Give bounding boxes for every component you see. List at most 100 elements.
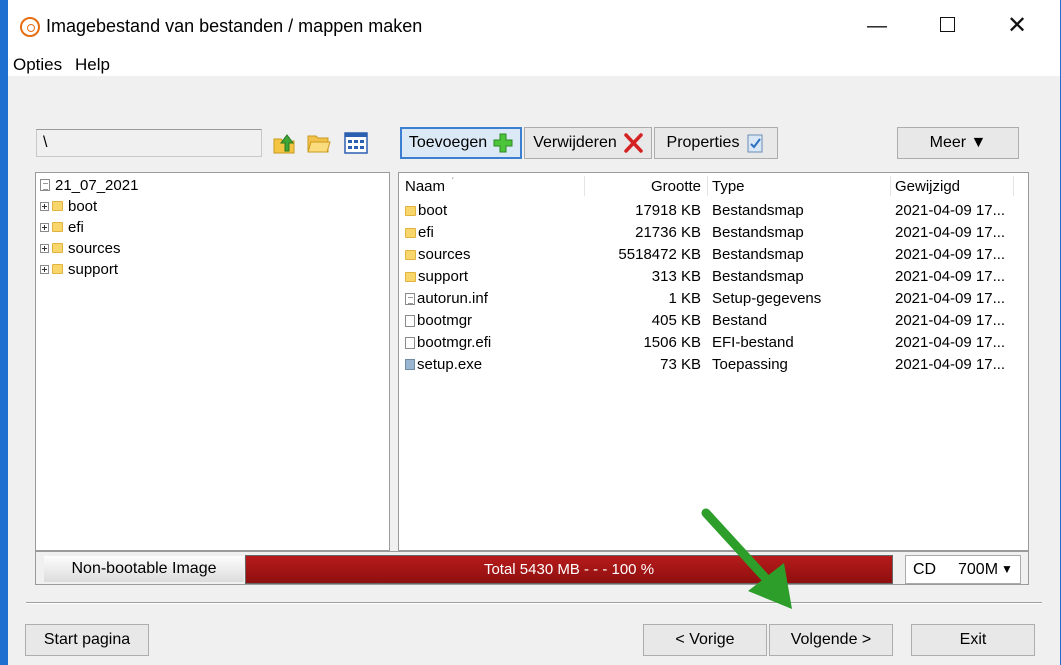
window-title: Imagebestand van bestanden / mappen make…: [46, 16, 423, 36]
exit-button[interactable]: Exit: [911, 624, 1035, 656]
menu-help[interactable]: Help: [75, 55, 110, 75]
row-name: setup.exe: [417, 356, 483, 373]
column-separator[interactable]: [1013, 176, 1014, 196]
expand-icon[interactable]: [40, 243, 49, 253]
remove-button[interactable]: Verwijderen: [524, 127, 652, 159]
app-disc-icon: [20, 17, 40, 37]
red-x-icon: [624, 133, 643, 153]
row-size: 1506 KB: [643, 334, 701, 351]
menu-options[interactable]: Opties: [13, 55, 62, 75]
row-size: 313 KB: [651, 268, 701, 285]
open-folder-icon[interactable]: [306, 131, 332, 155]
row-modified: 2021-04-09 17...: [895, 356, 1006, 373]
list-row[interactable]: autorun.inf 1 KB Setup-gegevens 2021-04-…: [399, 288, 1028, 310]
application-window: Imagebestand van bestanden / mappen make…: [0, 0, 1061, 665]
properties-button[interactable]: Properties: [654, 127, 778, 159]
expand-icon[interactable]: [40, 201, 49, 211]
list-row[interactable]: sources 5518472 KB Bestandsmap 2021-04-0…: [399, 244, 1028, 266]
disc-image-icon: [40, 179, 50, 191]
row-type: Bestandsmap: [712, 268, 804, 285]
file-list[interactable]: Naam ˊ Grootte Type Gewijzigd boot 17918…: [398, 172, 1029, 551]
column-modified[interactable]: Gewijzigd: [895, 178, 960, 195]
row-size: 73 KB: [660, 356, 701, 373]
tree-root[interactable]: 21_07_2021: [40, 175, 138, 195]
folder-icon: [52, 243, 63, 253]
row-name: support: [418, 268, 469, 285]
column-size[interactable]: Grootte: [651, 178, 701, 195]
file-icon: [405, 336, 415, 349]
row-modified: 2021-04-09 17...: [895, 224, 1006, 241]
row-name: sources: [418, 246, 471, 263]
row-type: EFI-bestand: [712, 334, 794, 351]
media-capacity: 700M: [958, 561, 999, 578]
row-type: Setup-gegevens: [712, 290, 822, 307]
more-button[interactable]: Meer ▼: [897, 127, 1019, 159]
previous-button[interactable]: < Vorige: [643, 624, 767, 656]
chevron-down-icon: ▼: [1001, 562, 1013, 576]
start-page-button[interactable]: Start pagina: [25, 624, 149, 656]
document-check-icon: [747, 134, 763, 153]
menu-bar: Opties Help: [8, 52, 1060, 76]
tree-item-label: sources: [68, 239, 121, 257]
folder-up-icon[interactable]: [272, 131, 298, 155]
row-size: 17918 KB: [635, 202, 701, 219]
folder-icon: [52, 264, 63, 274]
expand-icon[interactable]: [40, 222, 49, 232]
row-name: autorun.inf: [417, 290, 488, 307]
list-row[interactable]: support 313 KB Bestandsmap 2021-04-09 17…: [399, 266, 1028, 288]
column-name[interactable]: Naam: [405, 178, 445, 195]
folder-icon: [405, 205, 416, 216]
row-size: 1 KB: [668, 290, 701, 307]
title-bar[interactable]: Imagebestand van bestanden / mappen make…: [8, 0, 1060, 52]
row-size: 5518472 KB: [618, 246, 701, 263]
column-separator[interactable]: [707, 176, 708, 196]
row-type: Bestandsmap: [712, 246, 804, 263]
add-button-label: Toevoegen: [408, 134, 488, 151]
media-size-select[interactable]: CD 700M ▼: [905, 555, 1021, 584]
row-modified: 2021-04-09 17...: [895, 268, 1006, 285]
details-view-icon[interactable]: [343, 131, 369, 155]
expand-icon[interactable]: [40, 264, 49, 274]
tree-item-sources[interactable]: sources: [40, 238, 121, 258]
file-icon: [405, 314, 415, 327]
properties-button-label: Properties: [666, 134, 740, 151]
tree-root-label: 21_07_2021: [55, 176, 139, 194]
row-modified: 2021-04-09 17...: [895, 202, 1006, 219]
row-name: efi: [418, 224, 434, 241]
remove-button-label: Verwijderen: [533, 134, 617, 151]
row-type: Toepassing: [712, 356, 788, 373]
list-row[interactable]: boot 17918 KB Bestandsmap 2021-04-09 17.…: [399, 200, 1028, 222]
folder-icon: [405, 271, 416, 282]
row-modified: 2021-04-09 17...: [895, 334, 1006, 351]
tree-item-boot[interactable]: boot: [40, 196, 97, 216]
list-row[interactable]: bootmgr 405 KB Bestand 2021-04-09 17...: [399, 310, 1028, 332]
list-row[interactable]: setup.exe 73 KB Toepassing 2021-04-09 17…: [399, 354, 1028, 376]
plus-icon: [493, 133, 513, 153]
row-type: Bestandsmap: [712, 202, 804, 219]
list-row[interactable]: bootmgr.efi 1506 KB EFI-bestand 2021-04-…: [399, 332, 1028, 354]
column-type[interactable]: Type: [712, 178, 745, 195]
next-button[interactable]: Volgende >: [769, 624, 893, 656]
column-separator[interactable]: [890, 176, 891, 196]
row-modified: 2021-04-09 17...: [895, 246, 1006, 263]
tree-item-label: efi: [68, 218, 84, 236]
close-button[interactable]: ✕: [994, 8, 1040, 44]
maximize-icon: [939, 17, 955, 33]
maximize-button[interactable]: [924, 8, 970, 44]
row-type: Bestandsmap: [712, 224, 804, 241]
tree-item-support[interactable]: support: [40, 259, 118, 279]
close-icon: ✕: [1006, 12, 1028, 39]
folder-icon: [405, 249, 416, 260]
column-separator[interactable]: [584, 176, 585, 196]
folder-tree[interactable]: 21_07_2021 boot efi sources support: [35, 172, 390, 551]
row-size: 405 KB: [651, 312, 701, 329]
minimize-icon: —: [867, 15, 887, 37]
path-field[interactable]: \: [36, 129, 262, 157]
list-row[interactable]: efi 21736 KB Bestandsmap 2021-04-09 17..…: [399, 222, 1028, 244]
tree-item-efi[interactable]: efi: [40, 217, 84, 237]
row-name: bootmgr: [417, 312, 473, 329]
add-button[interactable]: Toevoegen: [400, 127, 522, 159]
row-name: bootmgr.efi: [417, 334, 492, 351]
minimize-button[interactable]: —: [854, 8, 900, 44]
boot-status[interactable]: Non-bootable Image: [44, 556, 244, 582]
